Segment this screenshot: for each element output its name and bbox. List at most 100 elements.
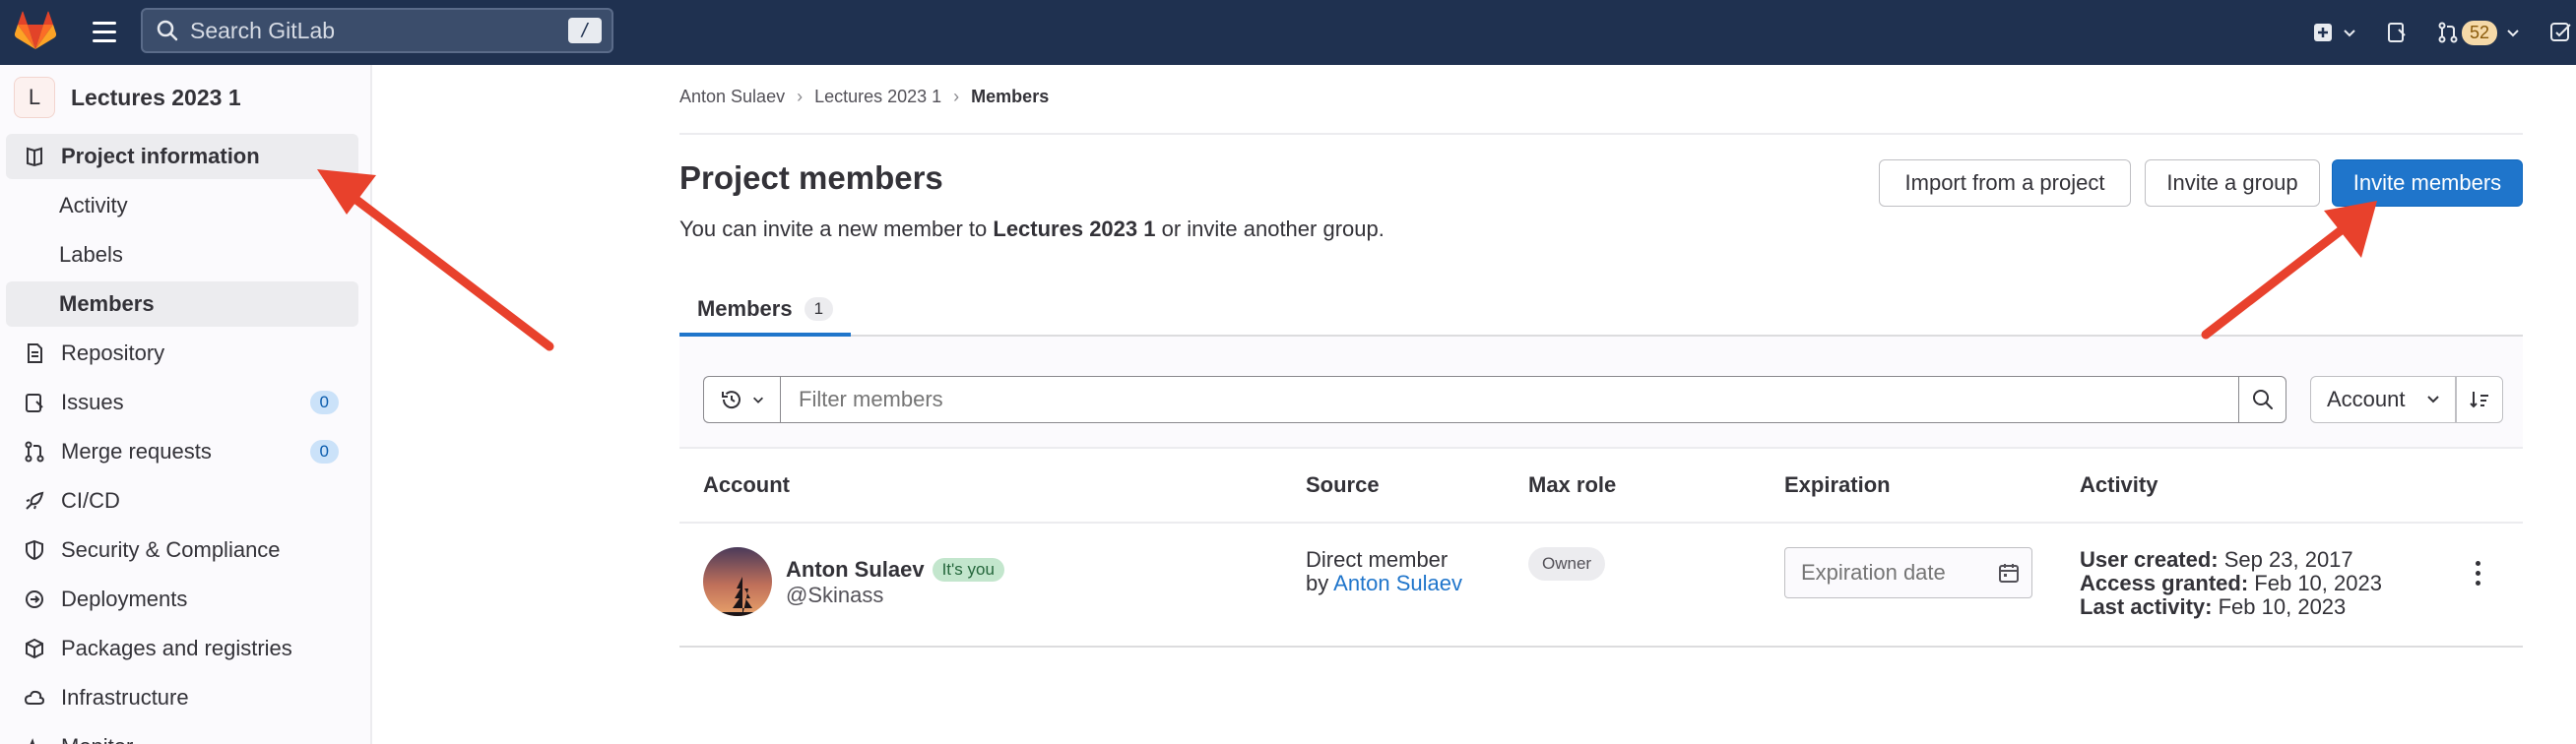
chevron-down-icon (2344, 30, 2355, 37)
top-bar: Search GitLab / 52 (0, 0, 2576, 65)
merge-request-icon (22, 439, 47, 465)
merge-requests-count-badge: 52 (2461, 20, 2497, 45)
divider (679, 133, 2523, 135)
chevron-down-icon (2427, 396, 2439, 403)
chevron-right-icon: › (797, 87, 804, 106)
member-name[interactable]: Anton Sulaev It's you (786, 557, 1004, 583)
sidebar-project-header[interactable]: L Lectures 2023 1 (14, 75, 241, 120)
monitor-icon (22, 734, 47, 744)
sidebar-item-merge-requests[interactable]: Merge requests 0 (6, 429, 358, 474)
issues-icon (2387, 23, 2406, 42)
column-header-max-role: Max role (1528, 472, 1617, 497)
shield-icon (22, 537, 47, 563)
sidebar-item-infrastructure[interactable]: Infrastructure (6, 675, 358, 720)
search-shortcut-key: / (568, 18, 602, 43)
sidebar-item-label: Merge requests (61, 439, 212, 464)
search-icon (155, 18, 180, 43)
issues-shortcut-button[interactable] (2385, 21, 2409, 44)
annotation-arrow-invite-members (2201, 201, 2377, 340)
cloud-icon (22, 685, 47, 711)
activity-access-granted: Access granted: Feb 10, 2023 (2080, 571, 2382, 595)
member-source: Direct member (1306, 547, 1449, 572)
tab-label: Members (696, 296, 793, 321)
merge-requests-shortcut-button[interactable]: 52 (2436, 20, 2521, 45)
top-bar-actions: 52 (2312, 0, 2576, 65)
expiration-date-input[interactable] (1784, 547, 2032, 598)
sidebar-item-label: Infrastructure (61, 685, 189, 710)
merge-request-icon (2438, 22, 2458, 43)
sidebar-item-activity[interactable]: Activity (6, 183, 358, 228)
breadcrumb: Anton Sulaev › Lectures 2023 1 › Members (679, 87, 1049, 107)
sidebar-item-project-information[interactable]: Project information (6, 134, 358, 179)
sort-by-dropdown[interactable]: Account (2310, 376, 2456, 423)
sort-by-label: Account (2327, 387, 2406, 411)
breadcrumb-item-namespace[interactable]: Anton Sulaev (679, 87, 785, 107)
sidebar-item-label: Members (59, 291, 155, 316)
max-role-badge: Owner (1528, 547, 1606, 581)
import-from-project-button[interactable]: Import from a project (1879, 159, 2131, 207)
search-icon (2252, 390, 2273, 409)
sidebar-item-members[interactable]: Members (6, 281, 358, 327)
sidebar-item-labels[interactable]: Labels (6, 232, 358, 278)
menu-toggle-button[interactable] (87, 14, 122, 49)
sort-direction-button[interactable] (2456, 376, 2503, 423)
repository-icon (22, 341, 47, 366)
column-header-account: Account (703, 472, 790, 497)
tab-members[interactable]: Members 1 (679, 285, 851, 337)
tab-count-badge: 1 (804, 297, 834, 321)
sidebar-item-issues[interactable]: Issues 0 (6, 380, 358, 425)
sidebar-item-label: Project information (61, 144, 260, 168)
sidebar-item-ci-cd[interactable]: CI/CD (6, 478, 358, 524)
recent-searches-button[interactable] (703, 376, 780, 423)
divider (679, 522, 2523, 524)
deployments-icon (22, 587, 47, 612)
source-user-link[interactable]: Anton Sulaev (1333, 571, 1462, 595)
breadcrumb-item-project[interactable]: Lectures 2023 1 (814, 87, 941, 107)
sidebar-item-label: Issues (61, 390, 124, 414)
sidebar-item-label: Packages and registries (61, 636, 292, 660)
sidebar-item-deployments[interactable]: Deployments (6, 577, 358, 622)
its-you-badge: It's you (932, 558, 1004, 582)
activity-user-created: User created: Sep 23, 2017 (2080, 547, 2353, 572)
sidebar-item-label: Repository (61, 341, 165, 365)
chevron-right-icon: › (953, 87, 960, 106)
sidebar-item-label: Monitor (61, 734, 133, 744)
search-input[interactable]: Search GitLab / (141, 8, 613, 53)
divider (679, 646, 2523, 648)
rocket-icon (22, 488, 47, 514)
sort-ascending-icon (2470, 392, 2488, 408)
more-vertical-icon (2475, 560, 2480, 566)
filter-members-input[interactable] (780, 376, 2239, 423)
calendar-icon (1999, 564, 2019, 583)
sidebar-item-packages-registries[interactable]: Packages and registries (6, 626, 358, 671)
hamburger-icon (93, 21, 116, 25)
page-title: Project members (679, 159, 943, 196)
invite-members-button[interactable]: Invite members (2332, 159, 2523, 207)
package-icon (22, 636, 47, 661)
project-information-icon (22, 144, 47, 169)
todos-button[interactable] (2548, 21, 2572, 44)
member-username: @Skinass (786, 583, 884, 607)
invite-group-button[interactable]: Invite a group (2145, 159, 2320, 207)
sidebar-item-label: Deployments (61, 587, 188, 611)
filter-search-button[interactable] (2239, 376, 2286, 423)
project-name-emphasis: Lectures 2023 1 (993, 217, 1156, 241)
history-icon (721, 391, 741, 409)
sidebar-item-security-compliance[interactable]: Security & Compliance (6, 527, 358, 573)
sidebar-item-label: CI/CD (61, 488, 120, 513)
chevron-down-icon (752, 397, 763, 403)
plus-square-icon (2313, 24, 2332, 41)
create-new-button[interactable] (2312, 22, 2357, 43)
sidebar-item-repository[interactable]: Repository (6, 331, 358, 376)
avatar[interactable] (703, 547, 772, 616)
sidebar-item-monitor[interactable]: Monitor (6, 724, 358, 744)
activity-last-activity: Last activity: Feb 10, 2023 (2080, 594, 2347, 619)
issues-icon (22, 390, 47, 415)
member-actions-menu-button[interactable] (2466, 553, 2489, 592)
search-placeholder: Search GitLab (190, 17, 336, 43)
page-description: You can invite a new member to Lectures … (679, 217, 1385, 241)
gitlab-logo-icon[interactable] (14, 10, 57, 53)
breadcrumb-item-current[interactable]: Members (971, 87, 1049, 107)
project-avatar: L (14, 77, 55, 118)
todo-check-icon (2550, 23, 2571, 41)
